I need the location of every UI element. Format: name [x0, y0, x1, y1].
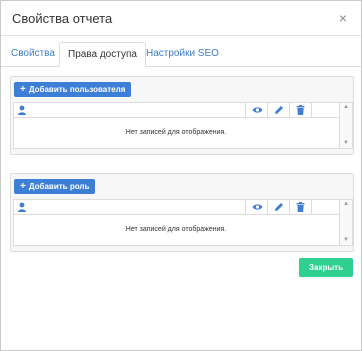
user-icon	[18, 202, 26, 212]
user-icon	[18, 105, 26, 115]
edit-column-header[interactable]	[267, 200, 290, 214]
view-column-header[interactable]	[245, 103, 268, 117]
view-column-header[interactable]	[245, 200, 268, 214]
pencil-icon	[275, 106, 283, 114]
tab-bar: Свойства Права доступа Настройки SEO	[1, 42, 361, 67]
delete-column-header[interactable]	[289, 103, 312, 117]
delete-column-header[interactable]	[289, 200, 312, 214]
plus-icon: +	[20, 84, 26, 95]
roles-grid: Нет записей для отображения. ▲ ▼	[13, 199, 353, 246]
users-grid-scrollbar[interactable]: ▲ ▼	[339, 103, 352, 148]
trash-icon	[296, 105, 305, 115]
roles-grid-header	[14, 200, 352, 215]
close-icon[interactable]: ×	[339, 10, 347, 26]
eye-icon	[252, 204, 263, 210]
scroll-up-icon[interactable]: ▲	[343, 201, 349, 207]
tab-seo-settings[interactable]: Настройки SEO	[138, 42, 227, 65]
add-user-button[interactable]: + Добавить пользователя	[14, 82, 132, 97]
users-access-section: + Добавить пользователя Нет записей для …	[10, 76, 354, 155]
dialog-header: Свойства отчета ×	[1, 1, 361, 36]
edit-column-header[interactable]	[267, 103, 290, 117]
roles-grid-scrollbar[interactable]: ▲ ▼	[339, 200, 352, 245]
users-grid-header	[14, 103, 352, 118]
roles-empty-message: Нет записей для отображения.	[125, 226, 227, 233]
spacer-column-header	[311, 103, 339, 117]
scroll-down-icon[interactable]: ▼	[343, 237, 349, 243]
report-properties-dialog: Свойства отчета × Свойства Права доступа…	[0, 0, 362, 351]
trash-icon	[296, 202, 305, 212]
pencil-icon	[275, 203, 283, 211]
users-empty-message: Нет записей для отображения.	[125, 129, 227, 136]
tab-properties[interactable]: Свойства	[3, 42, 63, 65]
scroll-down-icon[interactable]: ▼	[343, 140, 349, 146]
plus-icon: +	[20, 181, 26, 192]
add-user-label: Добавить пользователя	[28, 85, 126, 94]
scroll-up-icon[interactable]: ▲	[343, 104, 349, 110]
add-role-label: Добавить роль	[28, 182, 90, 191]
users-grid: Нет записей для отображения. ▲ ▼	[13, 102, 353, 149]
add-role-button[interactable]: + Добавить роль	[14, 179, 96, 194]
eye-icon	[252, 107, 263, 113]
spacer-column-header	[311, 200, 339, 214]
tab-access-rights[interactable]: Права доступа	[59, 42, 146, 67]
roles-access-section: + Добавить роль Нет записей для отображе…	[10, 173, 354, 252]
close-button[interactable]: Закрыть	[299, 258, 353, 277]
dialog-title: Свойства отчета	[12, 11, 113, 26]
